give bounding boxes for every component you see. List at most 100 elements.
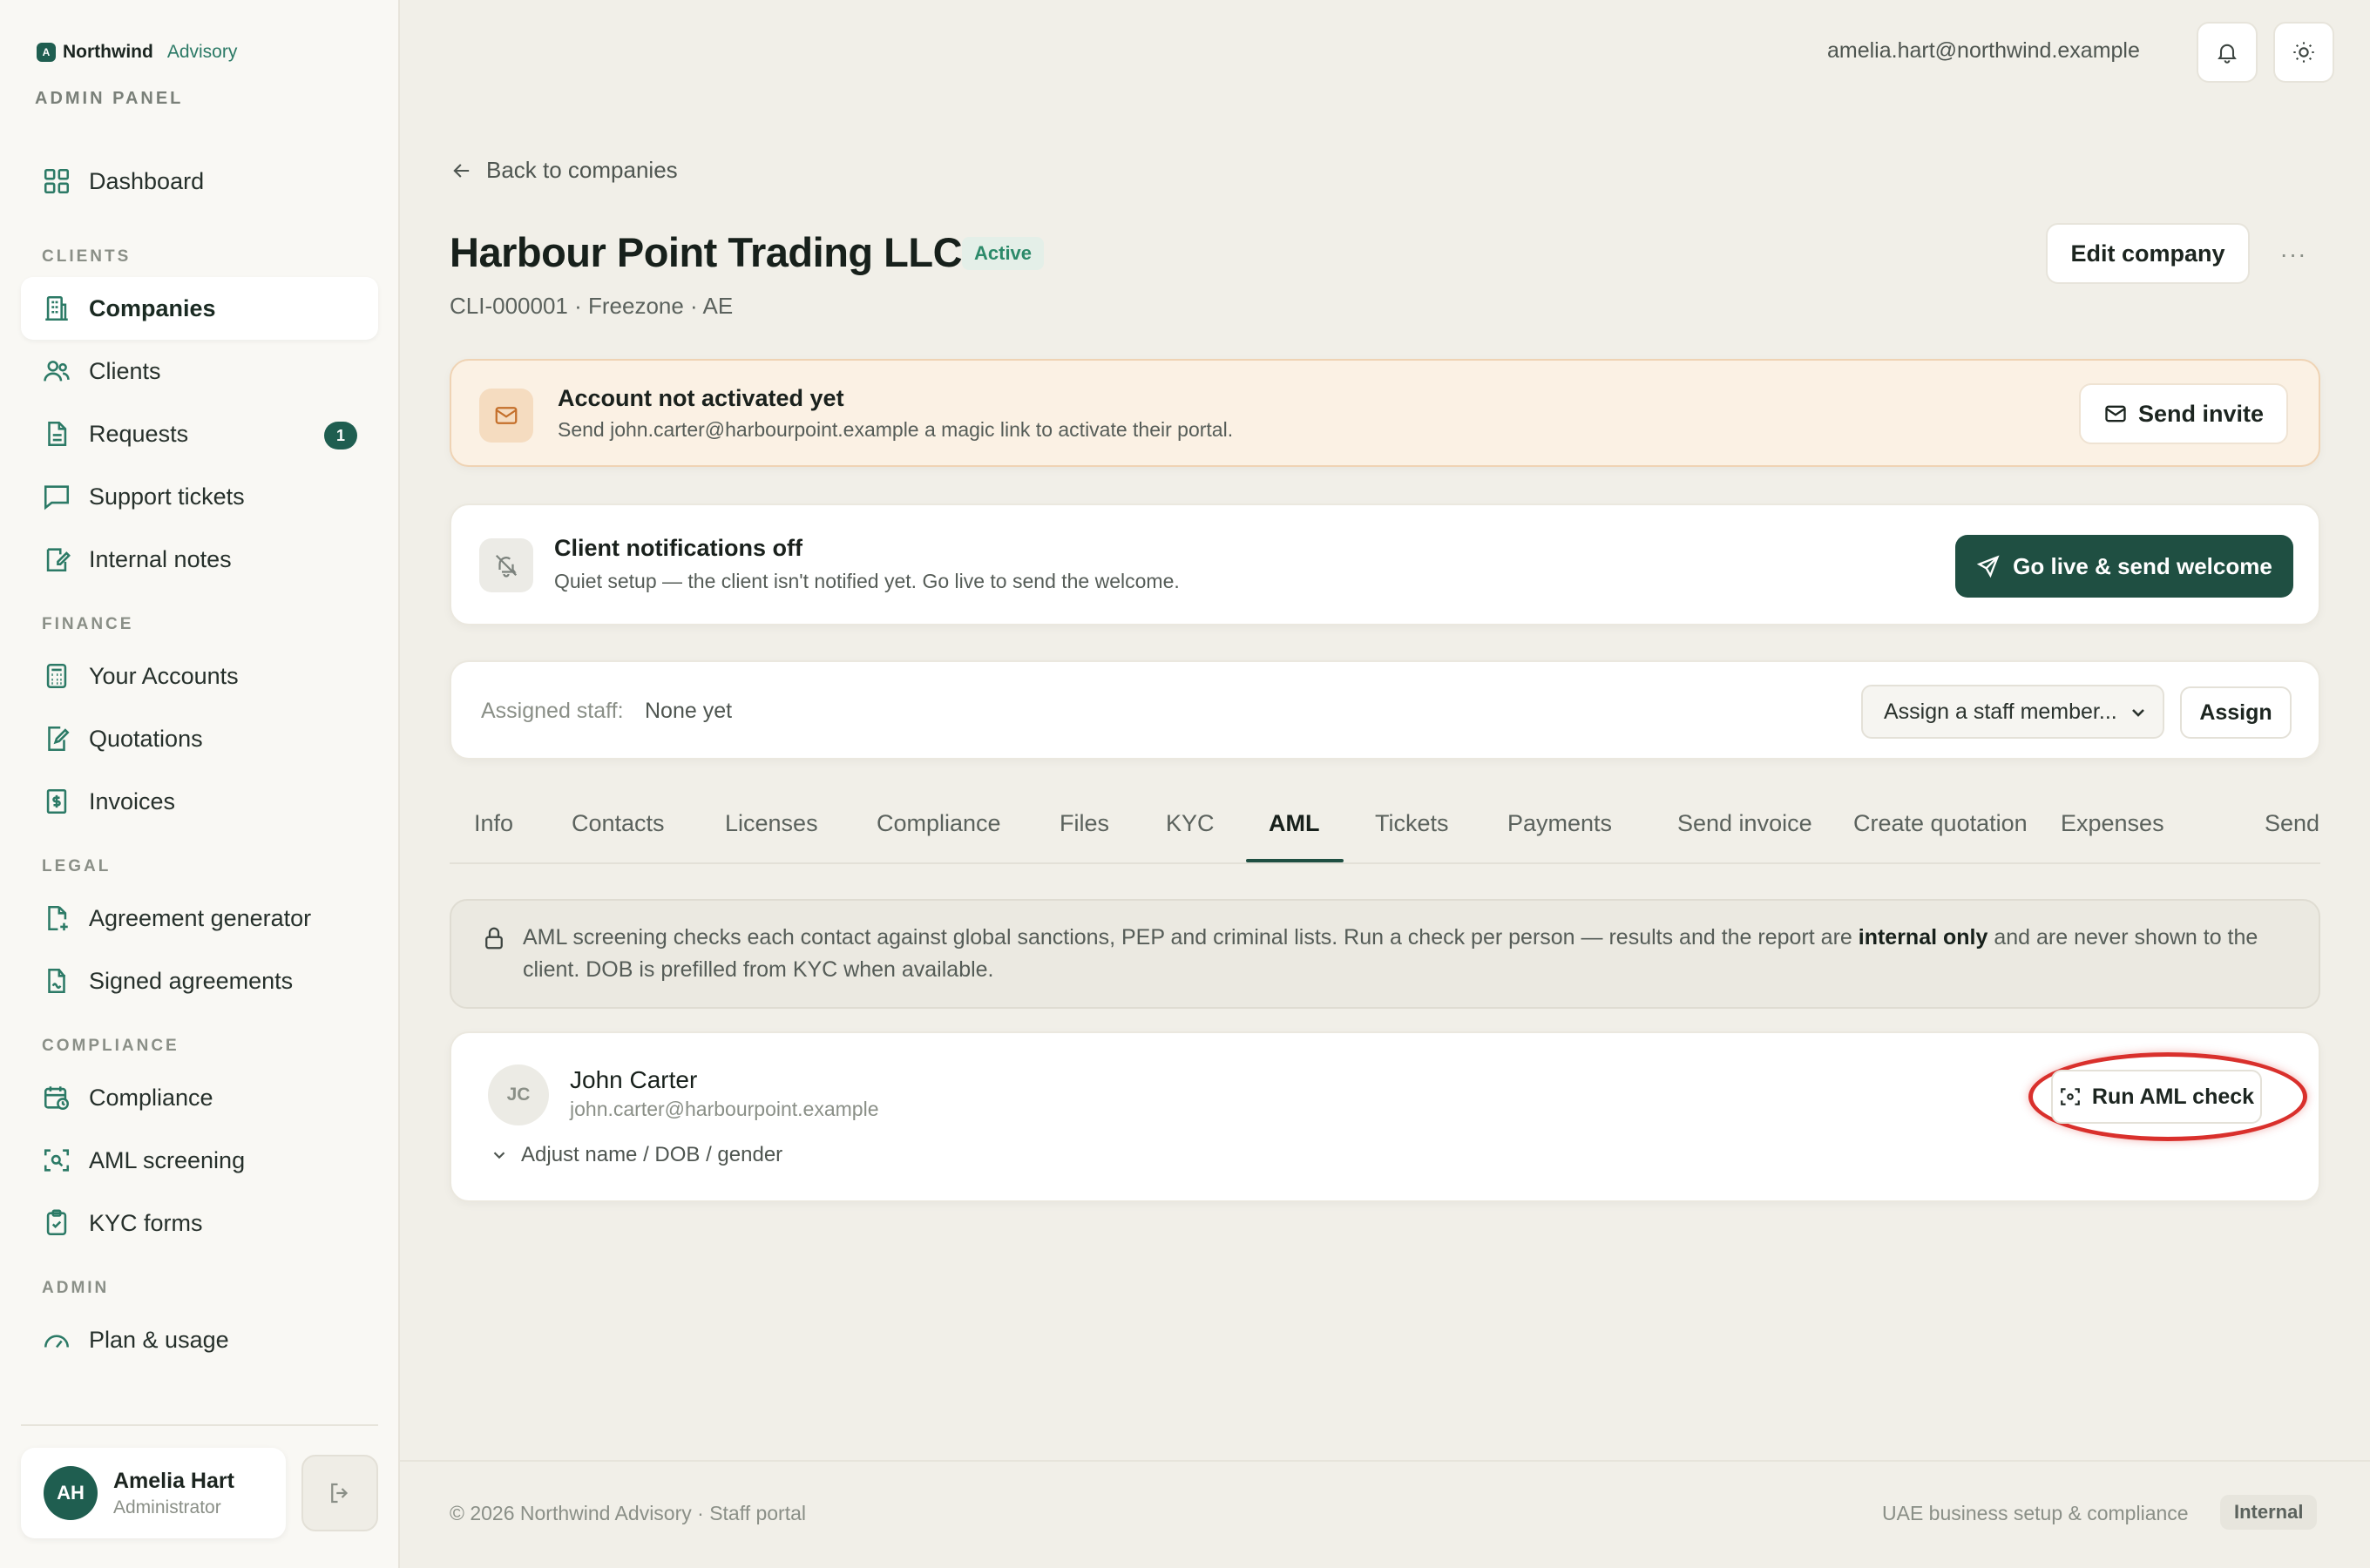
assigned-staff-value: None yet	[645, 699, 733, 723]
tab-compliance[interactable]: Compliance	[877, 810, 1001, 837]
tab-create-quotation[interactable]: Create quotation	[1853, 810, 2028, 837]
tab-aml[interactable]: AML	[1269, 810, 1319, 837]
invoice-icon	[46, 788, 67, 814]
tab-contacts[interactable]: Contacts	[572, 810, 665, 837]
sidebar-item-kyc-forms[interactable]: KYC forms	[21, 1192, 378, 1254]
status-badge: Active	[962, 237, 1045, 270]
avatar: AH	[44, 1466, 98, 1520]
tab-licenses[interactable]: Licenses	[725, 810, 818, 837]
edit-company-button[interactable]: Edit company	[2046, 223, 2250, 284]
mail-icon	[479, 389, 533, 443]
chevron-down-icon	[2132, 709, 2144, 717]
sidebar-nav: Dashboard CLIENTS Companies Clients Requ…	[21, 150, 378, 1371]
sidebar-item-requests[interactable]: Requests 1	[21, 402, 378, 465]
run-aml-check-button[interactable]: Run AML check	[2051, 1070, 2262, 1124]
sidebar-item-clients[interactable]: Clients	[21, 340, 378, 402]
sidebar-item-label: Support tickets	[89, 483, 245, 510]
go-live-label: Go live & send welcome	[2013, 552, 2272, 579]
notifications-title: Client notifications off	[554, 535, 802, 561]
building-icon	[45, 295, 68, 321]
user-meta: Amelia Hart Administrator	[113, 1469, 234, 1518]
sidebar-item-compliance[interactable]: Compliance	[21, 1066, 378, 1129]
grid-icon	[44, 168, 70, 194]
theme-toggle-button[interactable]	[2273, 22, 2334, 83]
contact-email: john.carter@harbourpoint.example	[570, 1098, 879, 1120]
current-user-email: amelia.hart@northwind.example	[1827, 38, 2140, 63]
send-invite-button[interactable]: Send invite	[2079, 383, 2288, 444]
document-icon	[48, 421, 67, 447]
active-tab-indicator	[1246, 859, 1344, 862]
tab-send-invoice[interactable]: Send invoice	[1677, 810, 1812, 837]
chat-icon	[44, 485, 70, 510]
footer-internal-badge: Internal	[2220, 1495, 2318, 1530]
lock-icon	[485, 927, 503, 950]
sidebar-item-your-accounts[interactable]: Your Accounts	[21, 645, 378, 707]
calendar-clock-icon	[44, 1086, 70, 1111]
sidebar-item-agreement-generator[interactable]: Agreement generator	[21, 887, 378, 950]
staff-member-select[interactable]: Assign a staff member...	[1861, 685, 2164, 739]
brand-name: Northwind	[63, 42, 153, 62]
user-role: Administrator	[113, 1497, 221, 1517]
scan-icon	[44, 1149, 70, 1172]
tab-files[interactable]: Files	[1060, 810, 1109, 837]
avatar: JC	[488, 1064, 549, 1125]
nav-section-finance: FINANCE	[42, 615, 134, 633]
activation-alert-title: Account not activated yet	[558, 385, 844, 411]
brand-logo[interactable]: A Northwind Advisory	[37, 42, 237, 63]
sidebar-item-label: KYC forms	[89, 1209, 203, 1236]
tab-kyc[interactable]: KYC	[1166, 810, 1215, 837]
page-title: Harbour Point Trading LLC	[450, 229, 963, 275]
nav-section-admin: ADMIN	[42, 1279, 110, 1297]
adjust-details-toggle[interactable]: Adjust name / DOB / gender	[490, 1143, 782, 1167]
nav-section-legal: LEGAL	[42, 857, 112, 875]
document-signed-icon	[48, 968, 65, 994]
sidebar-item-quotations[interactable]: Quotations	[21, 707, 378, 770]
bell-icon	[2218, 44, 2237, 64]
sun-icon	[2293, 42, 2314, 63]
more-options-button[interactable]: ···	[2274, 235, 2312, 274]
sidebar-item-internal-notes[interactable]: Internal notes	[21, 528, 378, 591]
run-aml-check-label: Run AML check	[2091, 1084, 2255, 1109]
sidebar-item-label: Plan & usage	[89, 1326, 229, 1353]
sidebar-item-invoices[interactable]: Invoices	[21, 770, 378, 833]
aml-info-text: AML screening checks each contact agains…	[523, 922, 2292, 986]
send-invite-label: Send invite	[2137, 400, 2265, 427]
activation-alert-text: Send john.carter@harbourpoint.example a …	[558, 418, 1234, 441]
company-subline: CLI-000001 · Freezone · AE	[450, 293, 734, 319]
footer-tagline: UAE business setup & compliance	[1882, 1502, 2189, 1524]
adjust-details-label: Adjust name / DOB / gender	[521, 1143, 783, 1166]
tab-tickets[interactable]: Tickets	[1375, 810, 1449, 837]
logout-button[interactable]	[301, 1455, 378, 1531]
sidebar-item-companies[interactable]: Companies	[21, 277, 378, 340]
aml-text-emphasis: internal only	[1858, 925, 1988, 950]
tab-payments[interactable]: Payments	[1507, 810, 1612, 837]
notifications-button[interactable]	[2197, 22, 2258, 83]
sidebar-item-dashboard[interactable]: Dashboard	[21, 150, 378, 213]
brand-sub: Advisory	[166, 42, 238, 62]
sidebar-item-support-tickets[interactable]: Support tickets	[21, 465, 378, 528]
scan-icon	[2061, 1088, 2080, 1105]
sidebar-item-plan-usage[interactable]: Plan & usage	[21, 1308, 378, 1371]
user-card[interactable]: AH Amelia Hart Administrator	[21, 1448, 286, 1538]
tab-send[interactable]: Send	[2265, 810, 2319, 837]
tab-info[interactable]: Info	[474, 810, 513, 837]
back-link-label: Back to companies	[486, 157, 678, 183]
activation-alert: Account not activated yet Send john.cart…	[450, 359, 2320, 467]
sidebar-item-label: AML screening	[89, 1146, 246, 1173]
assign-button[interactable]: Assign	[2180, 686, 2292, 739]
sidebar-item-label: Your Accounts	[89, 662, 239, 689]
go-live-button[interactable]: Go live & send welcome	[1955, 535, 2293, 598]
bell-off-icon	[479, 538, 533, 592]
contact-name: John Carter	[570, 1066, 698, 1093]
calculator-icon	[46, 663, 67, 689]
sidebar-item-signed-agreements[interactable]: Signed agreements	[21, 950, 378, 1012]
tab-expenses[interactable]: Expenses	[2061, 810, 2164, 837]
logout-icon	[331, 1483, 349, 1504]
note-edit-icon	[46, 548, 71, 572]
arrow-left-icon	[453, 163, 470, 178]
sidebar-item-aml-screening[interactable]: AML screening	[21, 1129, 378, 1192]
back-to-companies-link[interactable]: Back to companies	[450, 157, 678, 184]
sidebar-item-label: Signed agreements	[89, 967, 294, 994]
assigned-staff-card: Assigned staff: None yet Assign a staff …	[450, 660, 2320, 760]
company-tabs: Info Contacts Licenses Compliance Files KYC AM…	[450, 789, 2320, 864]
